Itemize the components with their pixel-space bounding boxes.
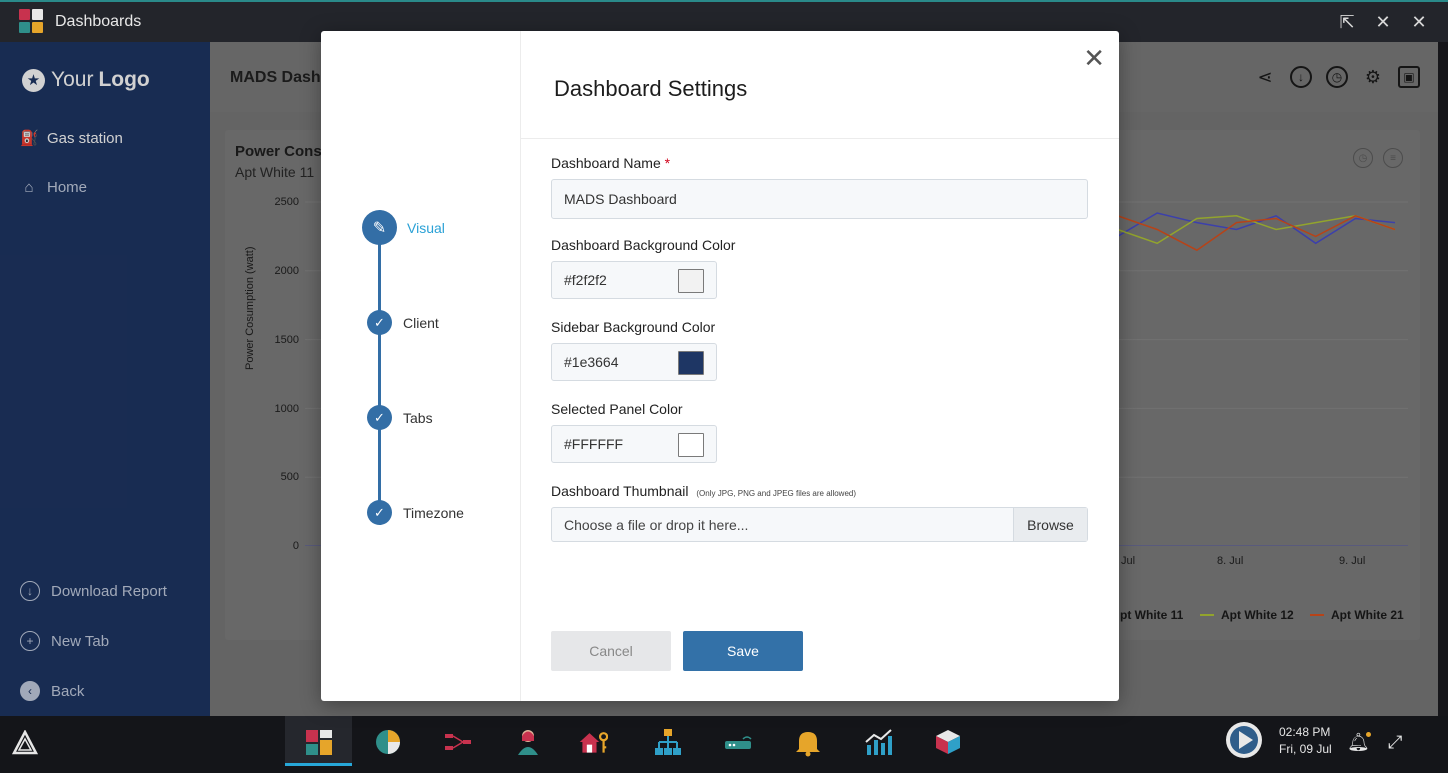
brand-avatar-icon[interactable] [1225,721,1263,759]
save-button[interactable]: Save [683,631,803,671]
pie-chart-app-icon[interactable] [373,727,403,757]
thumbnail-file-input[interactable]: Choose a file or drop it here... Browse [551,507,1088,542]
stepper-panel: ✎ Visual ✓ Client ✓ Tabs ✓ Timezone [321,31,521,701]
workflow-app-icon[interactable] [443,727,473,757]
clock-date: Fri, 09 Jul [1279,742,1332,756]
user-app-icon[interactable] [513,727,543,757]
smart-home-app-icon[interactable] [578,727,608,757]
restore-icon[interactable]: ✕ [1374,12,1392,33]
step-label: Client [403,314,439,331]
step-label: Visual [407,219,445,236]
input-value: #FFFFFF [564,436,624,452]
dashboards-app-icon [19,9,45,35]
check-icon: ✓ [367,405,392,430]
step-timezone[interactable]: ✓ Timezone [367,500,464,525]
input-value: MADS Dashboard [564,191,677,207]
close-icon[interactable]: ✕ [1083,43,1105,74]
label-text: Dashboard Name [551,155,661,171]
label-text: Dashboard Thumbnail [551,483,689,499]
3d-box-app-icon[interactable] [933,727,963,757]
step-visual[interactable]: ✎ Visual [362,210,445,245]
sidebar-color-swatch[interactable] [678,351,704,375]
panel-color-label: Selected Panel Color [551,401,683,417]
background-color-input[interactable]: #f2f2f2 [551,261,717,299]
pencil-icon: ✎ [362,210,397,245]
panel-color-swatch[interactable] [678,433,704,457]
window-title: Dashboards [55,13,142,30]
step-label: Tabs [403,409,433,426]
sidebar-color-input[interactable]: #1e3664 [551,343,717,381]
close-window-icon[interactable]: ✕ [1410,12,1428,33]
stats-app-icon[interactable] [863,727,893,757]
launcher-icon[interactable] [12,730,38,756]
router-app-icon[interactable] [723,727,753,757]
fullscreen-icon[interactable]: ⤢ [1388,732,1402,753]
taskbar: 02:48 PM Fri, 09 Jul 🔔︎ ⤢ [0,716,1448,773]
check-icon: ✓ [367,310,392,335]
input-value: #f2f2f2 [564,272,607,288]
step-tabs[interactable]: ✓ Tabs [367,405,433,430]
input-value: #1e3664 [564,354,619,370]
cancel-button[interactable]: Cancel [551,631,671,671]
browse-button[interactable]: Browse [1013,508,1087,541]
background-color-swatch[interactable] [678,269,704,293]
minimize-icon[interactable]: ⇱ [1338,12,1356,33]
clock: 02:48 PM Fri, 09 Jul [1279,724,1332,758]
dashboard-name-input[interactable]: MADS Dashboard [551,179,1088,219]
thumbnail-label: Dashboard Thumbnail (Only JPG, PNG and J… [551,483,856,499]
background-color-label: Dashboard Background Color [551,237,736,253]
file-placeholder: Choose a file or drop it here... [564,516,749,533]
dashboards-app-icon[interactable] [304,727,334,757]
file-type-note: (Only JPG, PNG and JPEG files are allowe… [696,489,857,498]
check-icon: ✓ [367,500,392,525]
dashboard-settings-modal: ✎ Visual ✓ Client ✓ Tabs ✓ Timezone Dash… [321,31,1119,701]
notification-dot [1366,732,1371,737]
bell-app-icon[interactable] [793,727,823,757]
required-marker: * [664,155,671,171]
clock-time: 02:48 PM [1279,725,1331,739]
modal-header: Dashboard Settings [521,31,1119,139]
panel-color-input[interactable]: #FFFFFF [551,425,717,463]
stepper-line [378,228,381,513]
dashboard-name-label: Dashboard Name * [551,155,670,171]
sidebar-color-label: Sidebar Background Color [551,319,716,335]
step-client[interactable]: ✓ Client [367,310,439,335]
modal-title: Dashboard Settings [554,76,748,101]
step-label: Timezone [403,504,464,521]
hierarchy-app-icon[interactable] [653,727,683,757]
